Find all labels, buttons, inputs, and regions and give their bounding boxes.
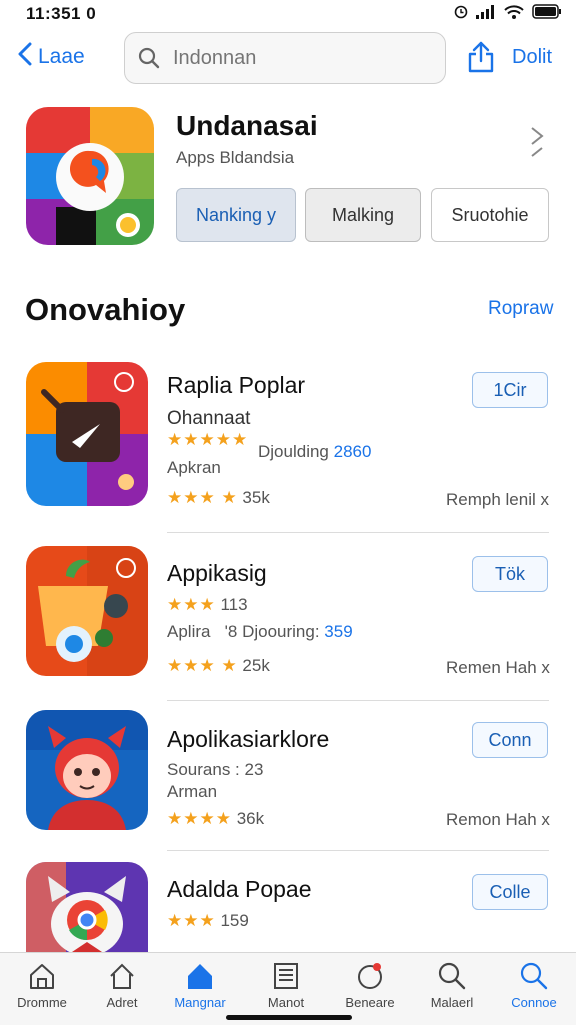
- status-time: 11:351 0: [26, 4, 97, 23]
- tab-1[interactable]: Dromme: [2, 961, 82, 1010]
- chip-2[interactable]: Malking: [305, 188, 421, 242]
- divider: [167, 532, 549, 533]
- app-category: Arman: [167, 782, 218, 801]
- divider: [167, 850, 549, 851]
- app-name: Appikasig: [167, 560, 267, 586]
- wifi-icon: [504, 4, 524, 24]
- search-bar[interactable]: [124, 32, 446, 84]
- tab-label: Adret: [106, 995, 138, 1010]
- back-label: Laae: [38, 45, 85, 68]
- back-button[interactable]: Laae: [18, 42, 85, 72]
- rank-label: Remen Hah x: [446, 658, 550, 677]
- tab-2[interactable]: Adret: [82, 961, 162, 1010]
- search-icon: [438, 962, 466, 990]
- search-input[interactable]: [171, 45, 415, 71]
- status-icons: [454, 4, 562, 24]
- app-icon[interactable]: [26, 710, 148, 830]
- tab-6[interactable]: Malaerl: [412, 961, 492, 1010]
- home-filled-icon: [188, 964, 212, 989]
- share-icon: [468, 41, 494, 73]
- chip-1[interactable]: Nanking y: [176, 188, 296, 242]
- app-icon[interactable]: [26, 862, 148, 952]
- tab-3[interactable]: Mangnar: [160, 961, 240, 1010]
- search-icon: [520, 962, 548, 990]
- app-name: Apolikasiarklore: [167, 726, 330, 752]
- tab-label: Malaerl: [430, 995, 474, 1010]
- alarm-icon: [454, 5, 468, 24]
- tab-label: Connoe: [511, 995, 557, 1010]
- rating-row: ★★★ ★ 25k: [167, 656, 270, 675]
- document-icon: [274, 963, 298, 989]
- share-button[interactable]: [466, 40, 496, 79]
- app-icon[interactable]: [26, 546, 148, 676]
- get-button[interactable]: 1Cir: [472, 372, 548, 408]
- expand-chevron-icon[interactable]: [530, 126, 546, 161]
- app-category: Apkran: [167, 458, 221, 477]
- get-button[interactable]: Tök: [472, 556, 548, 592]
- tab-5[interactable]: Beneare: [330, 961, 410, 1010]
- star-rating: ★★★★★: [167, 430, 249, 449]
- hero-app-icon[interactable]: [26, 107, 154, 245]
- tab-7[interactable]: Connoe: [494, 961, 574, 1010]
- app-name: Adalda Popae: [167, 876, 312, 902]
- section-title: Onovahioy: [25, 292, 186, 327]
- hero-subtitle: Apps Bldandsia: [176, 148, 295, 167]
- home-indicator: [226, 1015, 352, 1020]
- rating-row: ★★★ 159: [167, 911, 249, 930]
- hero-title: Undanasai: [176, 110, 318, 141]
- rating-row: ★★★ ★ 35k: [167, 488, 270, 507]
- app-icon[interactable]: [26, 362, 148, 506]
- app-developer: Ohannaat: [167, 408, 251, 429]
- rank-label: Remph lenil x: [446, 490, 549, 509]
- app-category: Aplira '8 Djoouring: 359: [167, 622, 353, 641]
- rank-label: Remon Hah x: [446, 810, 550, 829]
- rating-row: ★★★ 113: [167, 595, 248, 614]
- tab-label: Manot: [267, 995, 305, 1010]
- rating-row: ★★★★ 36k: [167, 809, 265, 828]
- signal-icon: [476, 4, 496, 24]
- house-outline-icon: [110, 963, 134, 989]
- tab-4[interactable]: Manot: [246, 961, 326, 1010]
- chevron-left-icon: [18, 42, 32, 72]
- app-name: Raplia Poplar: [167, 372, 306, 398]
- tab-label: Mangnar: [174, 995, 226, 1010]
- get-button[interactable]: Conn: [472, 722, 548, 758]
- home-icon: [30, 964, 54, 989]
- notification-icon: [358, 963, 382, 989]
- app-developer: Sourans : 23: [167, 760, 264, 779]
- search-icon: [137, 46, 161, 70]
- chip-3[interactable]: Sruotohie: [431, 188, 549, 242]
- section-see-all-link[interactable]: Ropraw: [488, 298, 553, 320]
- divider: [167, 700, 549, 701]
- downloads-label: Djoulding 2860: [258, 442, 372, 461]
- get-button[interactable]: Colle: [472, 874, 548, 910]
- battery-icon: [532, 4, 562, 24]
- tab-label: Dromme: [17, 995, 67, 1010]
- done-button[interactable]: Dolit: [512, 46, 552, 69]
- tab-label: Beneare: [345, 995, 395, 1010]
